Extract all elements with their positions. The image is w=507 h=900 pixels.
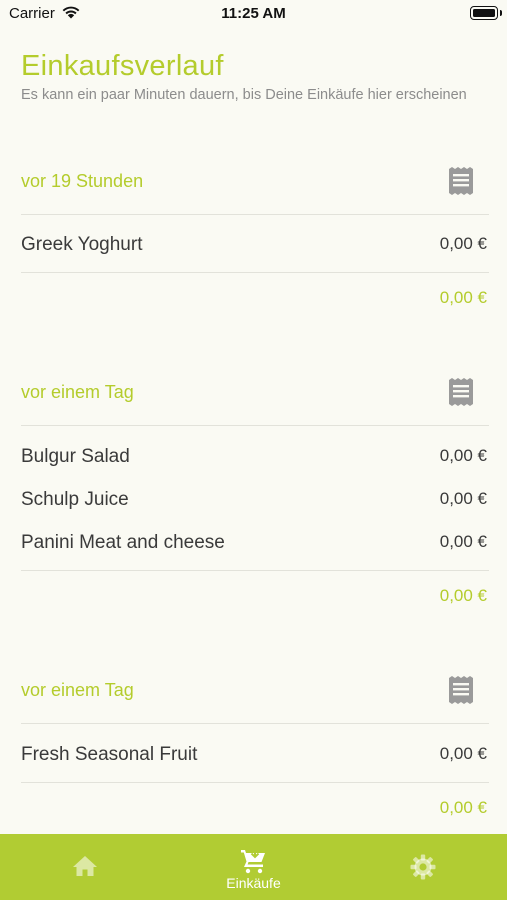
cart-icon bbox=[240, 849, 265, 874]
item-name: Greek Yoghurt bbox=[21, 234, 143, 255]
list-item: Panini Meat and cheese 0,00 € bbox=[0, 522, 507, 565]
battery-icon bbox=[470, 6, 502, 20]
item-price: 0,00 € bbox=[439, 532, 487, 551]
home-icon bbox=[72, 856, 97, 876]
tab-bar: Einkäufe bbox=[0, 834, 507, 900]
purchase-group: vor einem Tag Bulgur Salad 0,00 € Schulp… bbox=[0, 372, 507, 622]
tab-home[interactable] bbox=[0, 834, 169, 900]
item-price: 0,00 € bbox=[439, 744, 487, 763]
group-header: vor 19 Stunden bbox=[0, 161, 507, 222]
clock: 11:25 AM bbox=[221, 5, 286, 22]
status-bar: Carrier 11:25 AM bbox=[0, 0, 507, 30]
purchase-group: vor einem Tag Fresh Seasonal Fruit 0,00 … bbox=[0, 670, 507, 830]
page-title: Einkaufsverlauf bbox=[21, 50, 224, 82]
item-price: 0,00 € bbox=[439, 489, 487, 508]
purchase-group: vor 19 Stunden Greek Yoghurt 0,00 € 0,00… bbox=[0, 161, 507, 321]
group-time: vor 19 Stunden bbox=[21, 171, 144, 191]
divider bbox=[21, 723, 489, 724]
item-price: 0,00 € bbox=[439, 234, 487, 253]
group-total: 0,00 € bbox=[439, 798, 487, 817]
divider bbox=[21, 782, 489, 783]
group-header: vor einem Tag bbox=[0, 670, 507, 731]
divider bbox=[21, 570, 489, 571]
group-header: vor einem Tag bbox=[0, 372, 507, 433]
list-item: Bulgur Salad 0,00 € bbox=[0, 436, 507, 479]
gear-icon bbox=[410, 854, 435, 880]
divider bbox=[21, 272, 489, 273]
item-name: Bulgur Salad bbox=[21, 446, 130, 467]
item-name: Panini Meat and cheese bbox=[21, 532, 225, 553]
group-total: 0,00 € bbox=[439, 586, 487, 605]
group-time: vor einem Tag bbox=[21, 680, 134, 700]
divider bbox=[21, 425, 489, 426]
tab-settings[interactable] bbox=[338, 834, 507, 900]
receipt-icon[interactable] bbox=[448, 378, 474, 406]
tab-einkaeufe[interactable]: Einkäufe bbox=[169, 834, 338, 900]
list-item: Greek Yoghurt 0,00 € bbox=[0, 224, 507, 267]
tab-label: Einkäufe bbox=[226, 875, 281, 891]
group-total: 0,00 € bbox=[439, 288, 487, 307]
receipt-icon[interactable] bbox=[448, 167, 474, 195]
list-item: Schulp Juice 0,00 € bbox=[0, 479, 507, 522]
list-item: Fresh Seasonal Fruit 0,00 € bbox=[0, 734, 507, 777]
item-name: Schulp Juice bbox=[21, 489, 129, 510]
divider bbox=[21, 214, 489, 215]
item-name: Fresh Seasonal Fruit bbox=[21, 744, 198, 765]
item-price: 0,00 € bbox=[439, 446, 487, 465]
group-time: vor einem Tag bbox=[21, 382, 134, 402]
receipt-icon[interactable] bbox=[448, 676, 474, 704]
page-subtitle: Es kann ein paar Minuten dauern, bis Dei… bbox=[21, 87, 467, 103]
